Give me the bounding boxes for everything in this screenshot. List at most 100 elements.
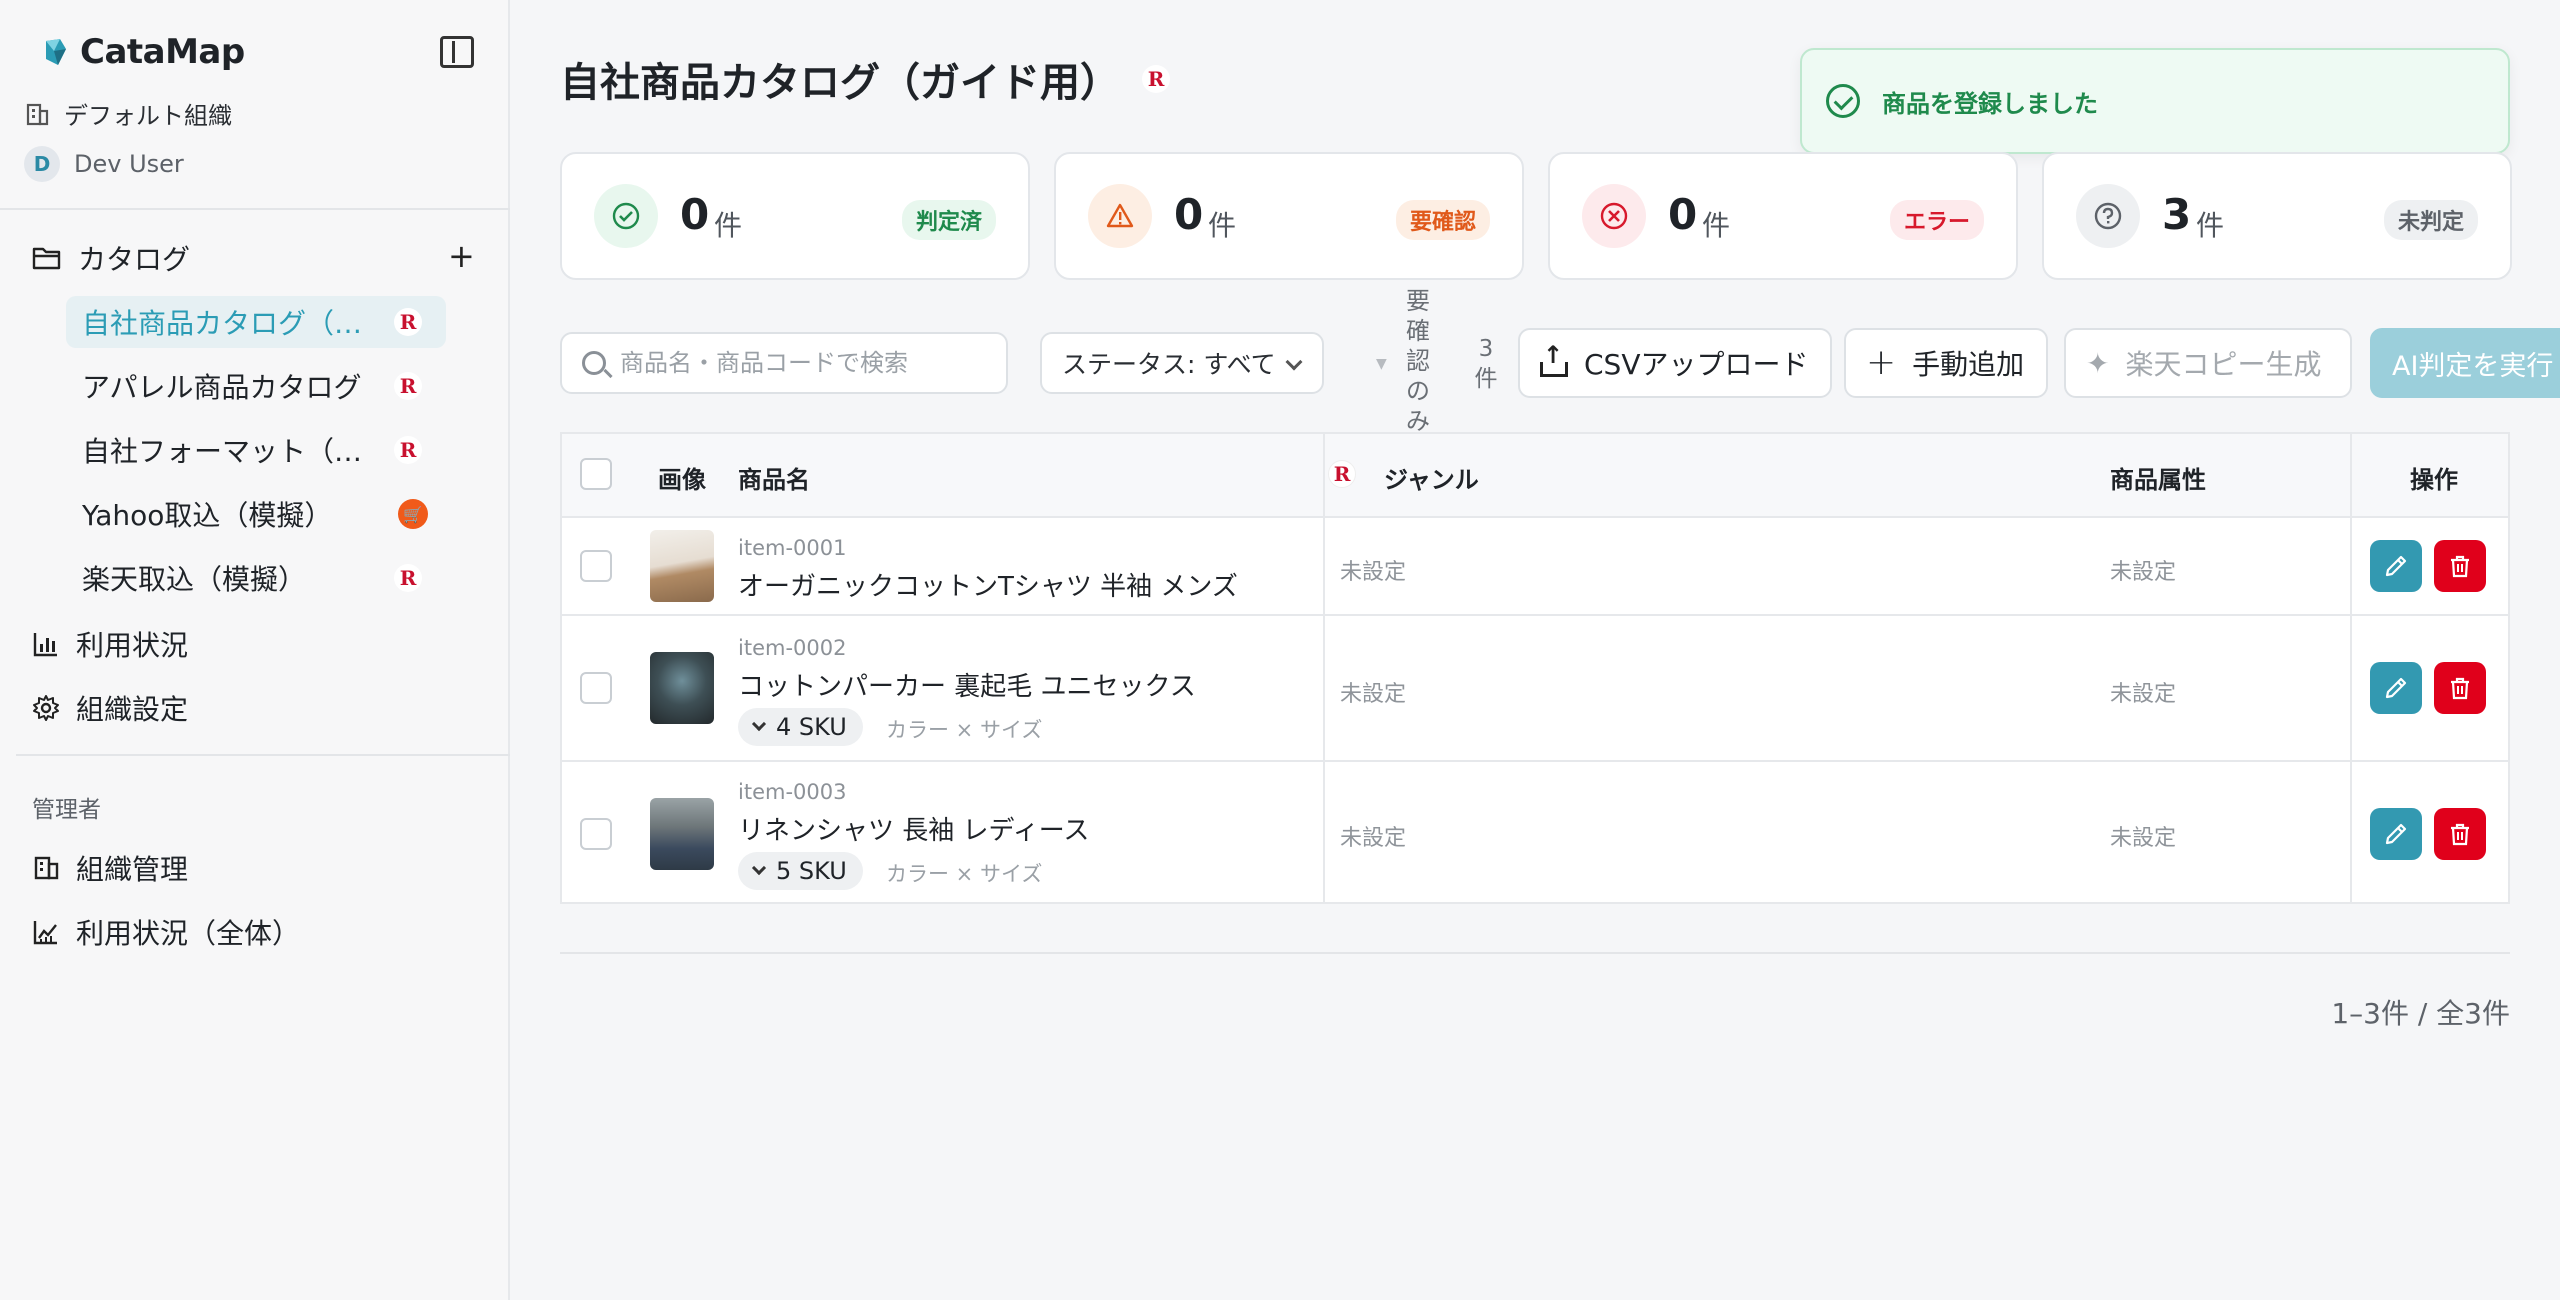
caret-down-icon: ▼ xyxy=(1376,356,1387,372)
search-box[interactable] xyxy=(560,332,1008,394)
table-row[interactable]: item-0001 オーガニックコットンTシャツ 半袖 メンズ 未設定 未設定 xyxy=(562,518,2508,616)
search-input[interactable] xyxy=(620,349,980,377)
stat-card-judged[interactable]: 0 件 判定済 xyxy=(560,152,1030,280)
stat-card-review[interactable]: 0 件 要確認 xyxy=(1054,152,1524,280)
edit-button[interactable] xyxy=(2370,540,2422,592)
row-checkbox[interactable] xyxy=(580,550,612,582)
stat-card-error[interactable]: 0 件 エラー xyxy=(1548,152,2018,280)
status-badge: 要確認 xyxy=(1395,200,1490,240)
genre-value: 未設定 xyxy=(1340,826,1407,851)
product-name[interactable]: コットンパーカー 裏起毛 ユニセックス xyxy=(738,666,1196,703)
csv-upload-button[interactable]: CSVアップロード xyxy=(1518,328,1832,398)
brand[interactable]: CataMap xyxy=(40,30,245,74)
product-thumbnail xyxy=(650,798,714,870)
toast-message: 商品を登録しました xyxy=(1882,89,2098,118)
row-checkbox[interactable] xyxy=(580,672,612,704)
line-chart-icon xyxy=(33,921,57,945)
org-switcher[interactable]: デフォルト組織 xyxy=(24,96,232,131)
status-filter-select[interactable]: ステータス: すべて xyxy=(1040,332,1324,394)
sku-count: 5 SKU xyxy=(776,857,847,885)
catalog-label: 楽天取込（模擬） xyxy=(82,563,307,596)
rakuten-icon: R xyxy=(394,564,422,592)
building-icon xyxy=(26,103,49,125)
stat-unit: 件 xyxy=(714,209,743,242)
sidebar-item-catalog-5[interactable]: 楽天取込（模擬） R xyxy=(66,552,446,604)
edit-button[interactable] xyxy=(2370,808,2422,860)
user-name: Dev User xyxy=(74,150,184,178)
attributes-value: 未設定 xyxy=(2110,560,2177,585)
sparkle-icon: ✦ xyxy=(2086,346,2110,380)
variant-axes: カラー × サイズ xyxy=(886,862,1043,886)
sidebar: CataMap デフォルト組織 D Dev User カタログ + 自社商品カタ… xyxy=(0,0,510,1300)
delete-button[interactable] xyxy=(2434,662,2486,714)
ai-judge-label: AI判定を実行 xyxy=(2392,350,2554,382)
add-catalog-button[interactable]: + xyxy=(448,240,475,272)
item-count: 3件 xyxy=(1474,336,1498,392)
catalog-label: 自社フォーマット（模擬） xyxy=(82,435,372,468)
nav-usage-all-label: 利用状況（全体） xyxy=(76,917,301,950)
warning-icon xyxy=(1088,184,1152,248)
product-thumbnail xyxy=(650,652,714,724)
nav-usage[interactable]: 利用状況 xyxy=(32,624,188,664)
table-row[interactable]: item-0002 コットンパーカー 裏起毛 ユニセックス 4 SKU カラー … xyxy=(562,616,2508,762)
sidebar-collapse-icon[interactable] xyxy=(440,36,474,68)
sidebar-item-catalog-2[interactable]: アパレル商品カタログ R xyxy=(66,360,446,412)
stat-unit: 件 xyxy=(1208,209,1237,242)
delete-button[interactable] xyxy=(2434,540,2486,592)
variant-axes: カラー × サイズ xyxy=(886,718,1043,742)
col-name[interactable]: 商品名 xyxy=(738,460,810,495)
edit-button[interactable] xyxy=(2370,662,2422,714)
sidebar-item-catalog-3[interactable]: 自社フォーマット（模擬） R xyxy=(66,424,446,476)
product-name[interactable]: リネンシャツ 長袖 レディース xyxy=(738,810,1089,847)
user-info[interactable]: D Dev User xyxy=(24,146,184,182)
product-name[interactable]: オーガニックコットンTシャツ 半袖 メンズ xyxy=(738,566,1238,603)
nav-usage-all[interactable]: 利用状況（全体） xyxy=(32,912,300,952)
gear-icon xyxy=(33,695,59,721)
trash-icon xyxy=(2451,555,2469,578)
product-code: item-0003 xyxy=(738,780,847,804)
rakuten-icon: R xyxy=(394,436,422,464)
search-icon xyxy=(582,351,606,375)
nav-catalog[interactable]: カタログ xyxy=(32,238,190,278)
genre-value: 未設定 xyxy=(1340,682,1407,707)
plus-icon: + xyxy=(1866,342,1897,383)
delete-button[interactable] xyxy=(2434,808,2486,860)
pencil-icon xyxy=(2385,823,2407,845)
rakuten-icon: R xyxy=(394,308,422,336)
needs-review-toggle[interactable]: ▼ 要確認のみ xyxy=(1376,286,1456,436)
sidebar-item-catalog-1[interactable]: 自社商品カタログ（ガイド用） R xyxy=(66,296,446,348)
bar-chart-icon xyxy=(33,633,57,657)
product-code: item-0002 xyxy=(738,636,847,660)
sku-toggle[interactable]: 5 SKU xyxy=(738,852,863,890)
ai-judge-button[interactable]: AI判定を実行 xyxy=(2370,328,2560,398)
select-all-checkbox[interactable] xyxy=(580,458,612,490)
manual-add-button[interactable]: + 手動追加 xyxy=(1844,328,2048,398)
pencil-icon xyxy=(2385,677,2407,699)
status-badge: 未判定 xyxy=(2383,200,2478,240)
sku-toggle[interactable]: 4 SKU xyxy=(738,708,863,746)
manual-add-label: 手動追加 xyxy=(1912,348,2025,381)
nav-catalog-label: カタログ xyxy=(78,243,191,276)
rakuten-copy-button[interactable]: ✦ 楽天コピー生成 xyxy=(2064,328,2352,398)
app-name: CataMap xyxy=(80,32,245,72)
stat-value: 0 xyxy=(1174,190,1204,239)
sidebar-item-catalog-4[interactable]: Yahoo取込（模擬） 🛒 xyxy=(66,488,446,540)
col-actions: 操作 xyxy=(2410,466,2458,494)
nav-org-settings[interactable]: 組織設定 xyxy=(32,688,188,728)
chevron-down-icon xyxy=(751,860,767,876)
question-circle-icon xyxy=(2076,184,2140,248)
status-badge: エラー xyxy=(1889,200,1984,240)
yahoo-cart-icon: 🛒 xyxy=(398,499,428,529)
rakuten-icon: R xyxy=(1142,65,1170,93)
row-checkbox[interactable] xyxy=(580,818,612,850)
nav-usage-label: 利用状況 xyxy=(76,629,189,662)
csv-upload-label: CSVアップロード xyxy=(1584,348,1809,381)
folder-icon xyxy=(32,247,61,270)
attributes-value: 未設定 xyxy=(2110,682,2177,707)
nav-org-admin[interactable]: 組織管理 xyxy=(32,848,188,888)
divider xyxy=(560,952,2510,954)
check-circle-icon xyxy=(1826,84,1860,118)
table-row[interactable]: item-0003 リネンシャツ 長袖 レディース 5 SKU カラー × サイ… xyxy=(562,762,2508,906)
stat-card-undetermined[interactable]: 3 件 未判定 xyxy=(2042,152,2512,280)
col-image: 画像 xyxy=(658,466,706,494)
